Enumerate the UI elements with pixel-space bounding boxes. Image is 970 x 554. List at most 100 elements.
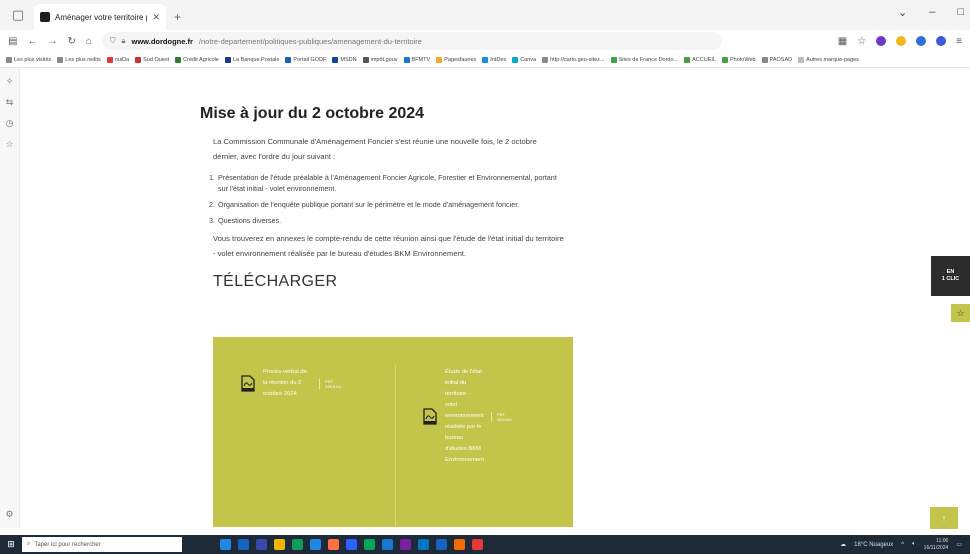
history-icon[interactable]: ◷	[6, 118, 14, 129]
app-icon[interactable]	[310, 539, 321, 550]
bookmark-item[interactable]: Portail GODF	[285, 56, 326, 63]
app-icon[interactable]	[400, 539, 411, 550]
downloads-heading: TÉLÉCHARGER	[213, 273, 338, 290]
extension-icon[interactable]	[936, 36, 947, 46]
intro-paragraph: La Commission Communale d'Aménagement Fo…	[213, 137, 537, 161]
bookmark-item[interactable]: IntDes	[482, 56, 506, 63]
pdf-file-icon	[423, 408, 437, 425]
app-icon[interactable]	[238, 539, 249, 550]
shield-icon: ⛉	[109, 36, 116, 45]
en-1-clic-button[interactable]: EN 1 CLIC	[931, 256, 970, 296]
taskbar-apps	[220, 539, 483, 550]
list-item: 1. Présentation de l'étude préalable à l'…	[209, 173, 557, 193]
bookmark-item[interactable]: Pagesfaunes	[436, 56, 476, 63]
volume-icon[interactable]: 🔈︎	[912, 541, 916, 548]
favorite-star-button[interactable]: ☆	[951, 304, 970, 322]
page-title: Mise à jour du 2 octobre 2024	[200, 105, 425, 122]
url-input[interactable]: ⛉ 🔒︎ www.dordogne.fr/notre-departement/p…	[101, 32, 722, 50]
minimize-icon[interactable]: –	[929, 6, 935, 19]
browser-tab[interactable]: Aménager votre territoire pou ✕	[34, 4, 166, 30]
bookmark-item[interactable]: La Banque Postale	[224, 56, 279, 63]
tab-title: Aménager votre territoire pou	[55, 12, 147, 22]
reader-icon[interactable]: ▦	[838, 36, 847, 47]
clock-date: 16/11/2024	[923, 544, 949, 551]
address-bar-row: ▤ ← → ↻ ⌂ ⛉ 🔒︎ www.dordogne.fr/notre-dep…	[0, 30, 970, 52]
chevron-down-icon[interactable]: ⌄	[898, 6, 907, 19]
bookmark-item[interactable]: Canva	[512, 56, 536, 63]
toolbar-icons: ▦ ☆ ≡	[838, 36, 962, 47]
taskbar-search-input[interactable]: ⌕ Taper ici pour rechercher	[22, 537, 182, 552]
new-tab-icon[interactable]: +	[174, 10, 181, 24]
bookmarks-bar: Les plus visités Les plus redits ouiDa S…	[0, 52, 970, 68]
app-icon[interactable]	[292, 539, 303, 550]
bookmark-folder[interactable]: Autres marque-pages	[798, 56, 859, 63]
bookmark-item[interactable]: BFMTV	[403, 56, 430, 63]
weather-icon[interactable]: ☁	[840, 541, 846, 548]
app-icon[interactable]	[364, 539, 375, 550]
extension-icon[interactable]	[916, 36, 927, 46]
url-path: /notre-departement/politiques-publiques/…	[198, 36, 422, 46]
site-favicon-icon	[40, 12, 50, 22]
file-size: 328.6 Ko	[325, 383, 342, 389]
bookmark-item[interactable]: PAOSAD	[761, 56, 792, 63]
sidebar-toggle-icon[interactable]: ▤	[8, 36, 17, 47]
bookmark-item[interactable]: impôt.gouv	[362, 56, 398, 63]
app-icon[interactable]	[220, 539, 231, 550]
download-pv-link[interactable]: Procès-verbal de la réunion du 2 octobre…	[241, 367, 341, 400]
app-icon[interactable]	[382, 539, 393, 550]
sync-tabs-icon[interactable]: ⇆	[6, 97, 14, 108]
en1clic-label: 1 CLIC	[941, 276, 960, 282]
en1clic-label: EN	[946, 269, 955, 275]
settings-gear-icon[interactable]: ⚙	[5, 509, 13, 520]
app-icon[interactable]	[472, 539, 483, 550]
download-etude-link[interactable]: Étude de l'état initial du territoire - …	[423, 367, 511, 466]
clock[interactable]: 11:06 16/11/2024	[924, 538, 949, 552]
divider	[395, 365, 396, 527]
tab-actions-icon[interactable]: ▢	[6, 3, 30, 27]
url-domain: www.dordogne.fr	[131, 36, 193, 46]
scroll-to-top-button[interactable]: ↑	[930, 507, 958, 529]
downloads-panel: Procès-verbal de la réunion du 2 octobre…	[213, 337, 573, 527]
tray-chevron-icon[interactable]: ^	[901, 542, 904, 548]
file-meta: PDF 28.5 Mo	[491, 411, 511, 422]
forward-arrow-icon[interactable]: →	[47, 36, 57, 47]
bookmark-item[interactable]: ACCUEIL	[684, 56, 716, 63]
home-icon[interactable]: ⌂	[86, 36, 92, 47]
bookmark-item[interactable]: Sites de France Dordo...	[610, 56, 678, 63]
lock-icon: 🔒︎	[121, 36, 126, 45]
weather-text: 18°C Nuageux	[854, 541, 894, 548]
annex-paragraph: Vous trouverez en annexes le compte-rend…	[213, 234, 564, 258]
extension-icon[interactable]	[896, 36, 907, 46]
menu-icon[interactable]: ≡	[956, 36, 962, 47]
bookmark-item[interactable]: Crédit Agricole	[175, 56, 219, 63]
notifications-icon[interactable]: ▭	[956, 541, 962, 548]
extension-icon[interactable]	[876, 36, 887, 46]
app-icon[interactable]	[436, 539, 447, 550]
app-icon[interactable]	[328, 539, 339, 550]
clock-time: 11:06	[936, 537, 949, 544]
bookmark-item[interactable]: Les plus visités	[6, 56, 51, 63]
bookmarks-star-icon[interactable]: ☆	[5, 139, 13, 150]
app-icon[interactable]	[346, 539, 357, 550]
window-controls: ⌄ – □	[898, 6, 964, 19]
back-arrow-icon[interactable]: ←	[27, 36, 37, 47]
bookmark-item[interactable]: Sud Ouest	[135, 56, 169, 63]
file-name: Étude de l'état initial du territoire - …	[445, 369, 484, 463]
app-icon[interactable]	[274, 539, 285, 550]
bookmark-item[interactable]: ouiDa	[106, 56, 129, 63]
bookmark-item[interactable]: http://carto.geo-sitez...	[542, 56, 605, 63]
os-taskbar: ⊞ ⌕ Taper ici pour rechercher ☁ 18°C Nua…	[0, 535, 970, 554]
app-icon[interactable]	[256, 539, 267, 550]
ai-sparkle-icon[interactable]: ✧	[6, 76, 14, 87]
reload-icon[interactable]: ↻	[67, 36, 75, 47]
windows-start-icon[interactable]: ⊞	[0, 539, 22, 550]
bookmark-item[interactable]: Les plus redits	[57, 56, 101, 63]
close-icon[interactable]: ✕	[152, 12, 160, 23]
bookmark-star-icon[interactable]: ☆	[857, 36, 866, 47]
bookmark-item[interactable]: MSDN	[332, 56, 357, 63]
app-icon[interactable]	[454, 539, 465, 550]
browser-sidebar: ✧ ⇆ ◷ ☆ ⚙	[0, 68, 20, 528]
bookmark-item[interactable]: PhotoWeb	[721, 56, 756, 63]
app-icon[interactable]	[418, 539, 429, 550]
maximize-icon[interactable]: □	[957, 6, 964, 19]
